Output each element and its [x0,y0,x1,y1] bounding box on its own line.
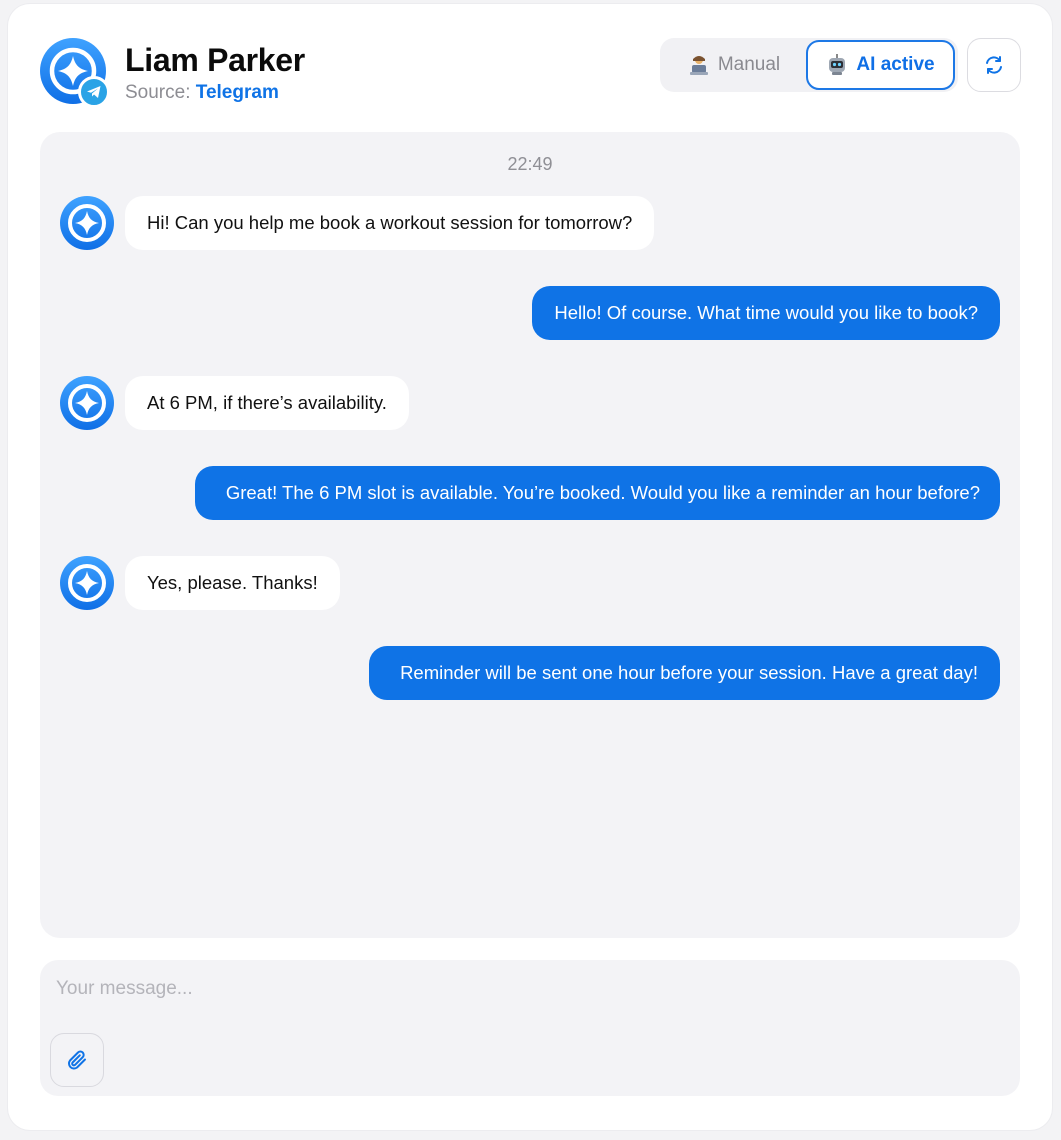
message-input[interactable] [56,974,996,1004]
telegram-icon [78,76,110,108]
chat-panel: Liam Parker Source: Telegram Manual AI a… [8,4,1052,1130]
contact-name: Liam Parker [125,42,305,78]
incoming-message-bubble: At 6 PM, if there’s availability. [125,376,409,430]
source-label: Source: [125,82,191,103]
mode-switch: Manual AI active [660,38,958,92]
incoming-message-bubble: Hi! Can you help me book a workout sessi… [125,196,655,250]
message-row-incoming: At 6 PM, if there’s availability. [60,376,1000,430]
robot-icon [826,54,848,76]
manual-mode-button[interactable]: Manual [664,42,804,88]
refresh-icon [986,56,1002,74]
ai-mode-button[interactable]: AI active [806,40,955,90]
outgoing-message-bubble: Hello! Of course. What time would you li… [532,286,1000,340]
outgoing-message-bubble: Reminder will be sent one hour before yo… [369,646,1000,700]
refresh-button[interactable] [967,38,1021,92]
attach-button[interactable] [50,1033,104,1087]
message-timestamp: 22:49 [507,154,553,174]
sender-avatar [60,556,114,610]
message-row-outgoing: Reminder will be sent one hour before yo… [60,646,1000,700]
paperclip-icon [68,1050,86,1070]
person-at-laptop-icon [688,54,710,76]
chat-header: Liam Parker Source: Telegram Manual AI a… [40,38,1021,110]
outgoing-message-bubble: Great! The 6 PM slot is available. You’r… [194,466,1000,520]
message-list[interactable]: 22:49 Hi! Can you help me book a workout… [40,132,1020,938]
brand-logo-icon [68,384,106,422]
brand-logo-icon [68,204,106,242]
source-value: Telegram [195,82,279,103]
incoming-message-bubble: Yes, please. Thanks! [125,556,340,610]
sender-avatar [60,196,114,250]
message-row-outgoing: Great! The 6 PM slot is available. You’r… [60,466,1000,520]
brand-logo-icon [68,564,106,602]
message-composer [40,960,1020,1096]
source-line: Source: Telegram [125,82,279,104]
manual-mode-label: Manual [717,54,781,75]
message-row-incoming: Hi! Can you help me book a workout sessi… [60,196,1000,250]
message-row-outgoing: Hello! Of course. What time would you li… [60,286,1000,340]
message-row-incoming: Yes, please. Thanks! [60,556,1000,610]
ai-mode-label: AI active [856,54,935,75]
sender-avatar [60,376,114,430]
